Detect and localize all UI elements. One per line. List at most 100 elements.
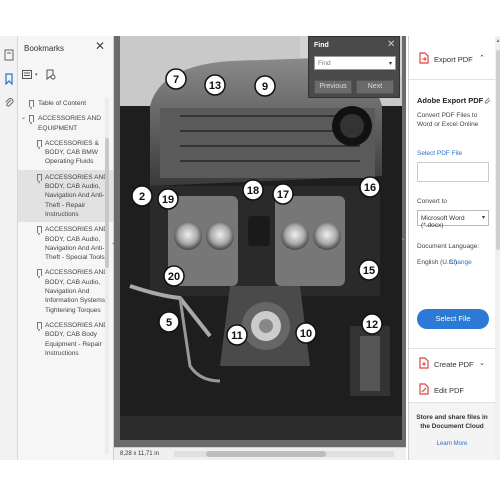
convert-to-label: Convert to: [417, 198, 447, 205]
callout-17: 17: [272, 183, 294, 205]
callout-2: 2: [131, 185, 153, 207]
select-file-button[interactable]: Select File: [417, 309, 489, 329]
scrollbar-thumb[interactable]: [206, 451, 326, 457]
horizontal-scrollbar[interactable]: [174, 451, 394, 457]
bookmark-icon: [37, 173, 42, 184]
svg-text:16: 16: [364, 182, 376, 194]
options-menu-button[interactable]: ▾: [22, 70, 38, 80]
document-view[interactable]: 7 13 9 2 19 18 17 16 20 15 5 11 10 12 8,…: [114, 36, 406, 460]
find-previous-button[interactable]: Previous: [314, 80, 352, 94]
svg-text:7: 7: [173, 74, 179, 86]
convert-format-select[interactable]: Microsoft Word (*.docx) ▾: [417, 210, 489, 229]
tool-create-pdf[interactable]: Create PDF ⌄: [409, 352, 495, 376]
bookmark-panel-icon[interactable]: [3, 72, 15, 86]
status-bar: 8,28 x 11,71 in: [114, 447, 406, 460]
callout-19: 19: [157, 188, 179, 210]
bookmarks-toolbar: ▾: [22, 68, 56, 82]
callout-20: 20: [163, 265, 185, 287]
export-pdf-icon: [419, 52, 429, 64]
export-pdf-label: Export PDF: [434, 55, 473, 64]
chevron-down-icon: ▾: [35, 72, 38, 78]
scrollbar-thumb[interactable]: [105, 138, 109, 268]
find-dialog: Find ✕ Find ▾ Previous Next: [308, 36, 400, 98]
divider: [409, 348, 495, 349]
chevron-down-icon[interactable]: ⌄: [21, 114, 26, 123]
callout-11: 11: [226, 324, 248, 346]
svg-text:18: 18: [247, 185, 259, 197]
svg-text:5: 5: [166, 317, 172, 329]
callout-13: 13: [204, 74, 226, 96]
bookmark-item[interactable]: ACCESSORIES AND BODY, CAB Body Equipment…: [18, 318, 113, 361]
list-options-icon: [22, 70, 32, 79]
bookmark-item[interactable]: ACCESSORIES AND BODY, CAB Audio, Navigat…: [18, 222, 113, 265]
selected-pdf-box[interactable]: [417, 162, 489, 182]
select-pdf-link[interactable]: Select PDF File: [417, 150, 462, 157]
bookmark-item[interactable]: Table of Content: [18, 96, 113, 111]
svg-text:20: 20: [168, 271, 180, 283]
close-icon[interactable]: ✕: [95, 40, 105, 52]
page-thumbnails-icon[interactable]: [3, 48, 15, 62]
bookmarks-scrollbar[interactable]: [105, 98, 109, 454]
svg-text:13: 13: [209, 80, 221, 92]
bookmark-icon: [37, 269, 42, 280]
callout-7: 7: [165, 68, 187, 90]
chevron-down-icon[interactable]: ⌄: [479, 359, 485, 367]
bookmark-item[interactable]: ACCESSORIES & BODY, CAB BMW Operating Fl…: [18, 136, 113, 170]
create-pdf-icon: [419, 357, 429, 369]
bookmark-search-icon: [46, 69, 56, 81]
callout-15: 15: [358, 259, 380, 281]
callout-18: 18: [242, 179, 264, 201]
section-description: Convert PDF Files to Word or Excel Onlin…: [417, 112, 479, 128]
bookmark-item-selected[interactable]: ACCESSORIES AND BODY, CAB Audio, Navigat…: [18, 169, 113, 223]
bookmark-icon: [37, 226, 42, 237]
callout-5: 5: [158, 311, 180, 333]
bookmark-icon: [29, 115, 34, 126]
callout-12: 12: [361, 313, 383, 335]
export-pdf-header[interactable]: Export PDF ⌃: [409, 36, 495, 80]
find-title: Find: [314, 42, 329, 49]
attachments-icon[interactable]: [3, 96, 15, 110]
section-title: Adobe Export PDF: [417, 96, 484, 105]
chevron-up-icon[interactable]: ⌃: [479, 54, 485, 62]
svg-text:9: 9: [262, 81, 268, 93]
bookmarks-title: Bookmarks: [24, 44, 65, 53]
acrobat-window: Bookmarks ✕ ▾ Table of Content ⌄ ACCESSO…: [0, 0, 500, 500]
change-language-link[interactable]: Change: [449, 259, 472, 266]
bookmark-icon: [29, 100, 34, 110]
callout-10: 10: [295, 322, 317, 344]
bookmark-item[interactable]: ACCESSORIES AND BODY, CAB Audio, Navigat…: [18, 265, 113, 317]
left-tool-rail: [0, 36, 18, 460]
svg-text:19: 19: [162, 194, 174, 206]
learn-more-link[interactable]: Learn More: [409, 441, 495, 447]
callout-9: 9: [254, 75, 276, 97]
tools-pane: Export PDF ⌃ Adobe Export PDF Convert PD…: [408, 36, 500, 460]
callout-16: 16: [359, 176, 381, 198]
chevron-down-icon: ▾: [481, 215, 485, 221]
bookmarks-panel: Bookmarks ✕ ▾ Table of Content ⌄ ACCESSO…: [18, 36, 114, 460]
chevron-down-icon[interactable]: ▾: [389, 60, 392, 67]
document-cloud-promo: Store and share files in the Document Cl…: [409, 402, 495, 460]
svg-text:12: 12: [366, 319, 378, 331]
find-bookmark-button[interactable]: [46, 69, 56, 81]
bookmark-item[interactable]: ⌄ ACCESSORIES AND EQUIPMENT: [18, 111, 113, 136]
svg-text:10: 10: [300, 328, 312, 340]
tool-edit-pdf[interactable]: Edit PDF: [409, 378, 495, 402]
scrollbar-thumb[interactable]: [496, 50, 500, 250]
attachment-icon: [484, 97, 491, 104]
edit-pdf-icon: [419, 383, 429, 395]
bookmark-icon: [37, 139, 42, 150]
page-size-readout: 8,28 x 11,71 in: [120, 451, 159, 457]
bookmark-icon: [37, 321, 42, 332]
cloud-promo-text: Store and share files in the Document Cl…: [416, 414, 488, 430]
close-icon[interactable]: ✕: [387, 39, 395, 50]
bookmark-list: Table of Content ⌄ ACCESSORIES AND EQUIP…: [18, 96, 113, 361]
find-next-button[interactable]: Next: [356, 80, 394, 94]
scroll-up-icon[interactable]: ▲: [495, 38, 500, 44]
svg-text:17: 17: [277, 189, 289, 201]
collapse-right-icon[interactable]: ▸: [402, 236, 405, 243]
document-language-label: Document Language:: [417, 243, 480, 250]
tools-pane-scrollbar[interactable]: ▲: [495, 36, 500, 460]
svg-text:11: 11: [231, 330, 243, 342]
find-input[interactable]: Find ▾: [314, 56, 396, 70]
export-pdf-body: Adobe Export PDF Convert PDF Files to Wo…: [417, 96, 493, 329]
